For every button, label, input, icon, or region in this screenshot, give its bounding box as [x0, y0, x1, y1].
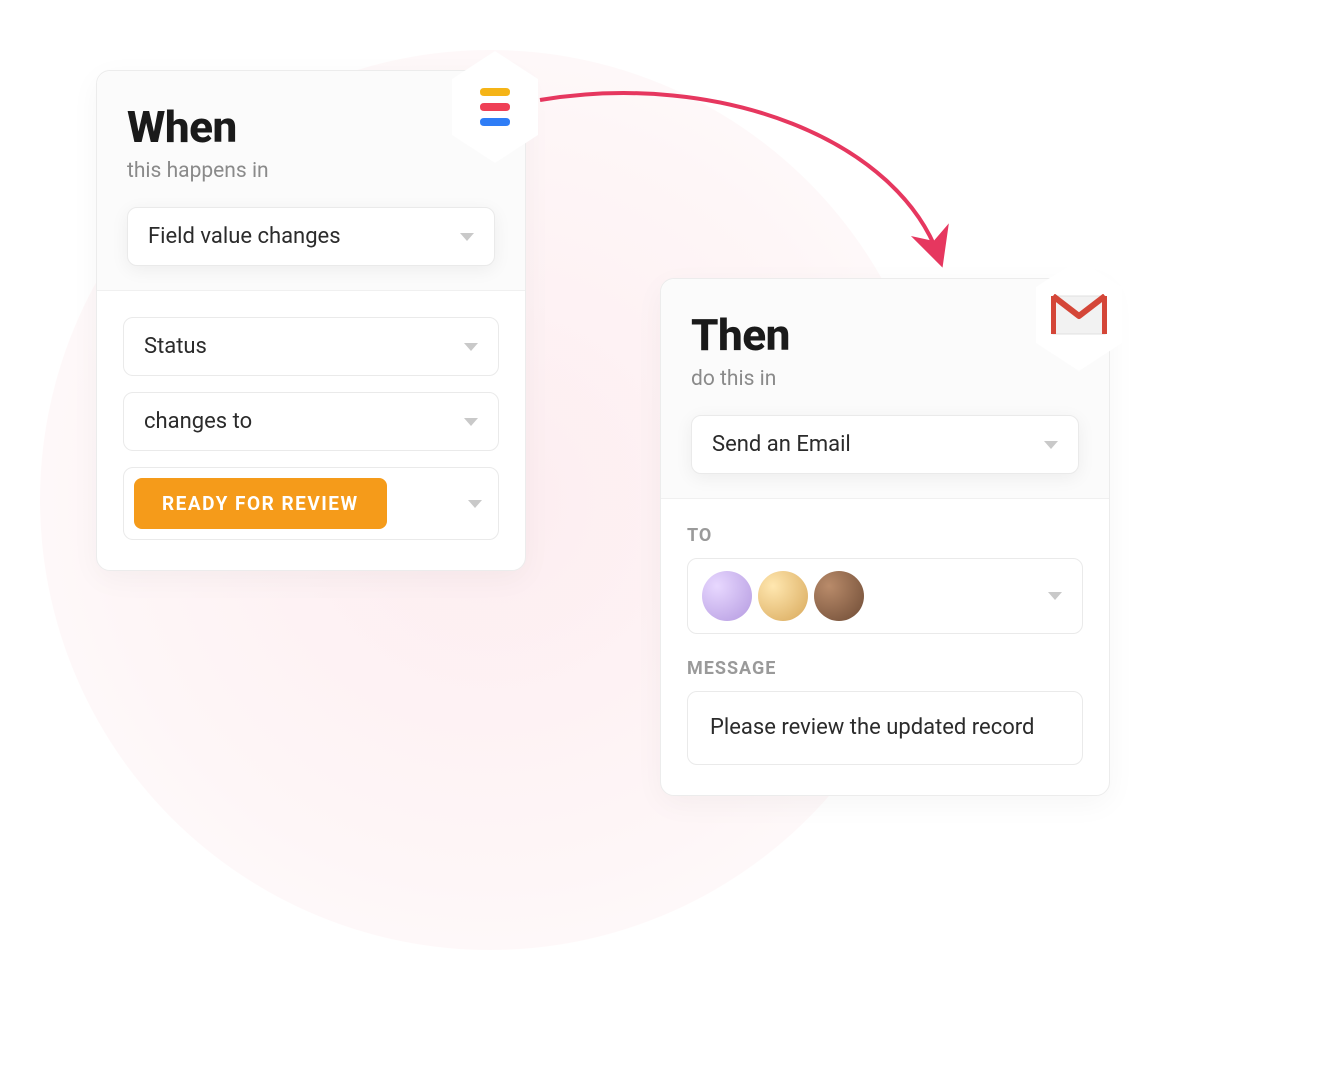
avatar-group: [702, 571, 864, 621]
trigger-dropdown-label: Field value changes: [148, 224, 341, 249]
then-card-body: TO MESSAGE Please review the updated rec…: [661, 499, 1109, 795]
action-dropdown-label: Send an Email: [712, 432, 851, 457]
then-card-header: Then do this in Send an Email: [661, 279, 1109, 499]
when-card-header: When this happens in Field value changes: [97, 71, 525, 291]
condition-dropdown[interactable]: changes to: [123, 392, 499, 451]
then-subtitle: do this in: [691, 367, 1079, 391]
chevron-down-icon: [1044, 441, 1058, 449]
chevron-down-icon: [460, 233, 474, 241]
when-card-body: Status changes to READY FOR REVIEW: [97, 291, 525, 570]
flow-arrow: [520, 80, 980, 300]
message-text: Please review the updated record: [710, 715, 1034, 740]
chevron-down-icon: [1048, 592, 1062, 600]
message-input[interactable]: Please review the updated record: [687, 691, 1083, 765]
when-title: When: [127, 101, 495, 153]
then-title: Then: [691, 309, 1079, 361]
action-dropdown[interactable]: Send an Email: [691, 415, 1079, 474]
recipients-dropdown[interactable]: [687, 558, 1083, 634]
avatar: [758, 571, 808, 621]
value-dropdown[interactable]: READY FOR REVIEW: [123, 467, 499, 540]
to-label: TO: [687, 525, 1083, 546]
chevron-down-icon: [464, 418, 478, 426]
then-card: Then do this in Send an Email TO MESSAGE…: [660, 278, 1110, 796]
field-dropdown-label: Status: [144, 334, 207, 359]
condition-dropdown-label: changes to: [144, 409, 252, 434]
chevron-down-icon: [464, 343, 478, 351]
message-label: MESSAGE: [687, 658, 1083, 679]
avatar: [814, 571, 864, 621]
avatar: [702, 571, 752, 621]
trigger-dropdown[interactable]: Field value changes: [127, 207, 495, 266]
field-dropdown[interactable]: Status: [123, 317, 499, 376]
status-badge: READY FOR REVIEW: [134, 478, 387, 529]
when-card: When this happens in Field value changes…: [96, 70, 526, 571]
when-subtitle: this happens in: [127, 159, 495, 183]
chevron-down-icon: [468, 500, 482, 508]
